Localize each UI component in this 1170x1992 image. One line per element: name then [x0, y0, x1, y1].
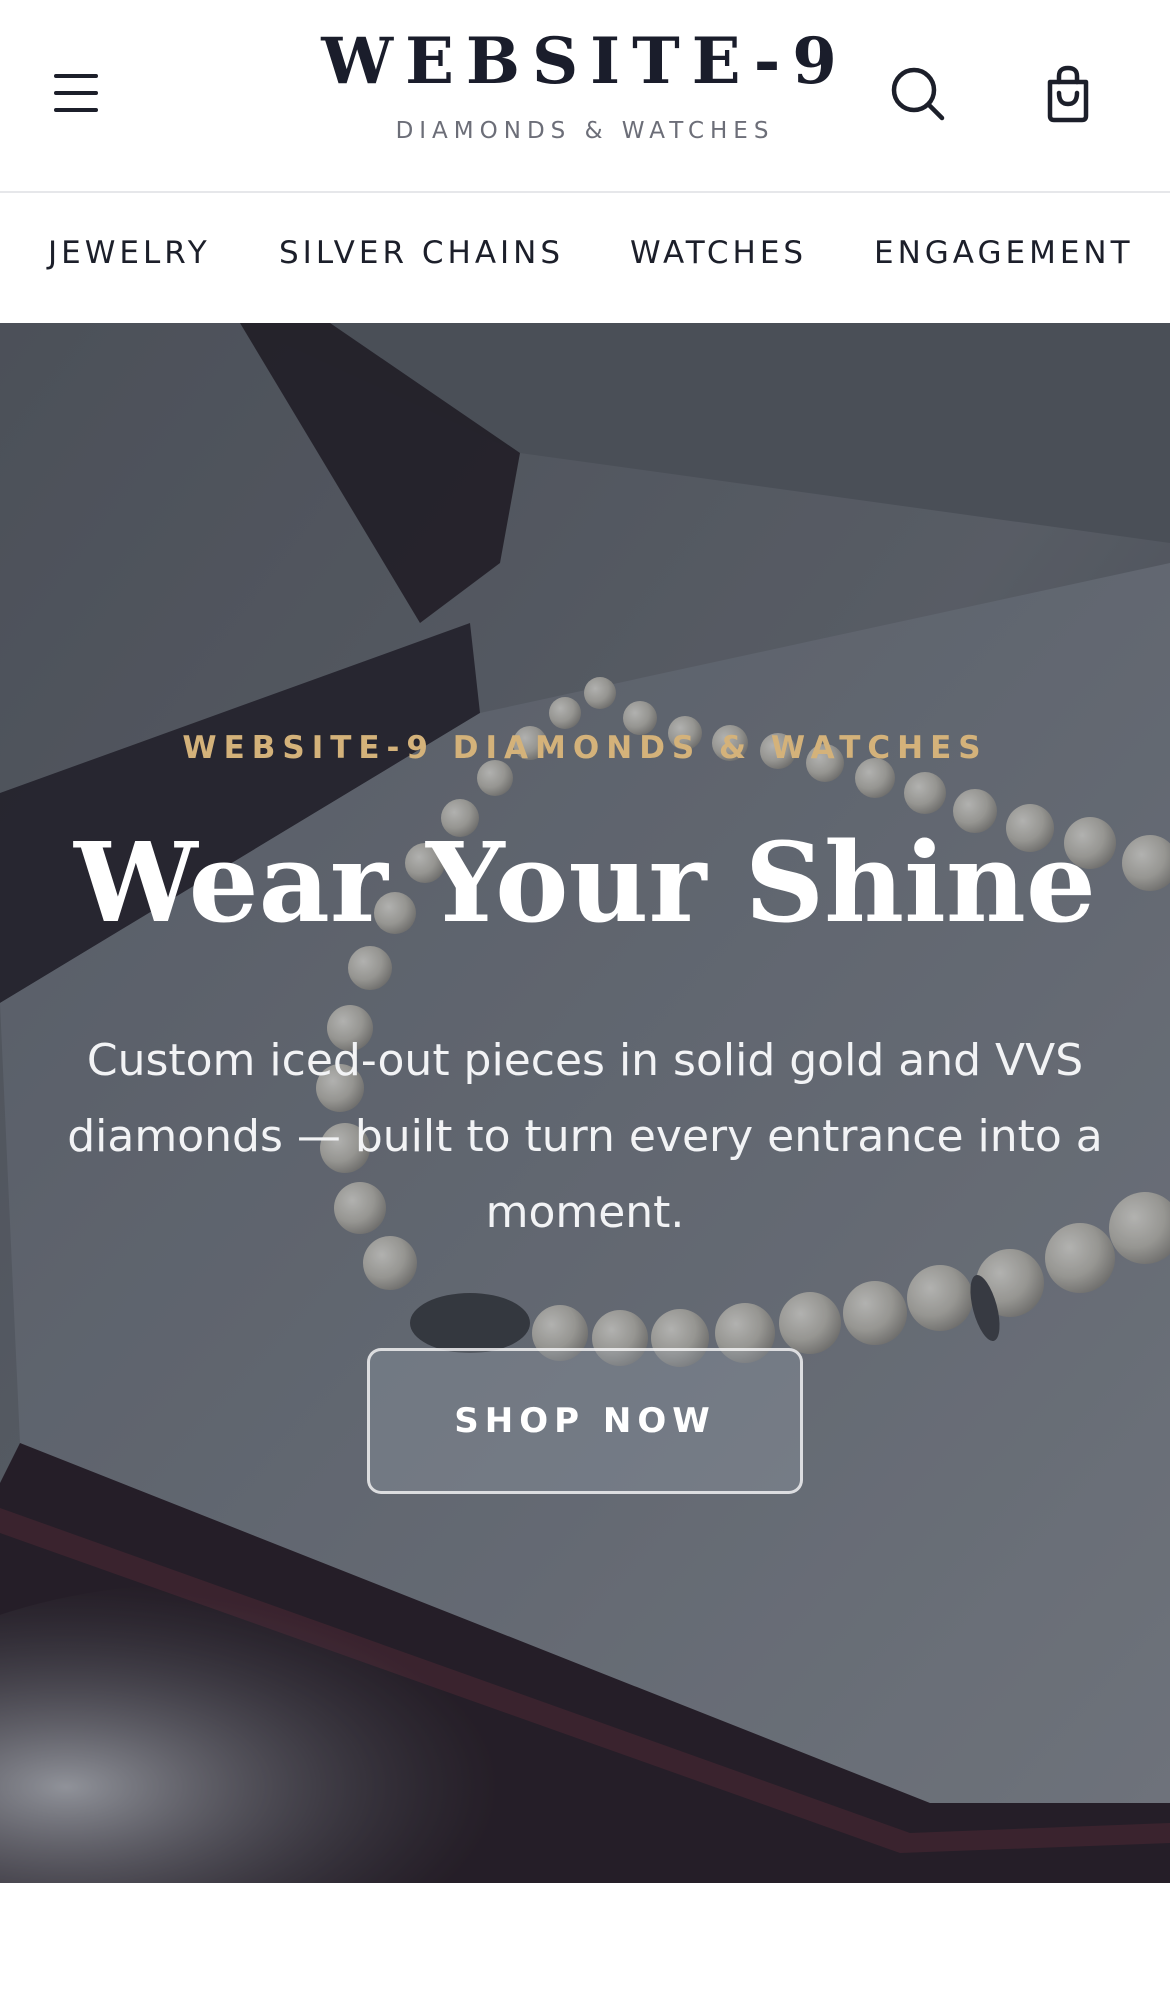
search-icon[interactable]: [888, 64, 948, 124]
menu-line: [54, 74, 98, 78]
shopping-bag-icon[interactable]: [1038, 64, 1098, 124]
nav-item-silver-chains[interactable]: SILVER CHAINS: [279, 235, 564, 271]
hero-description: Custom iced-out pieces in solid gold and…: [67, 1035, 1103, 1238]
nav-item-jewelry[interactable]: JEWELRY: [48, 235, 211, 271]
hero-title: Wear Your Shine: [74, 818, 1096, 947]
hero-eyebrow: WEBSITE-9 DIAMONDS & WATCHES: [182, 730, 988, 766]
site-logo[interactable]: WEBSITE-9 DIAMONDS & WATCHES: [285, 22, 885, 144]
hero-banner: WEBSITE-9 DIAMONDS & WATCHES Wear Your S…: [0, 323, 1170, 1883]
nav-item-engagement[interactable]: ENGAGEMENT: [874, 235, 1134, 271]
logo-subtitle: DIAMONDS & WATCHES: [395, 118, 775, 144]
menu-line: [54, 108, 98, 112]
menu-line: [54, 91, 98, 95]
logo-title: WEBSITE-9: [321, 24, 849, 99]
shop-now-button[interactable]: SHOP NOW: [367, 1348, 803, 1494]
category-nav: JEWELRY SILVER CHAINS WATCHES ENGAGEMENT: [0, 193, 1170, 323]
hamburger-menu-icon[interactable]: [52, 70, 102, 116]
nav-item-watches[interactable]: WATCHES: [630, 235, 807, 271]
site-header: WEBSITE-9 DIAMONDS & WATCHES: [0, 0, 1170, 193]
